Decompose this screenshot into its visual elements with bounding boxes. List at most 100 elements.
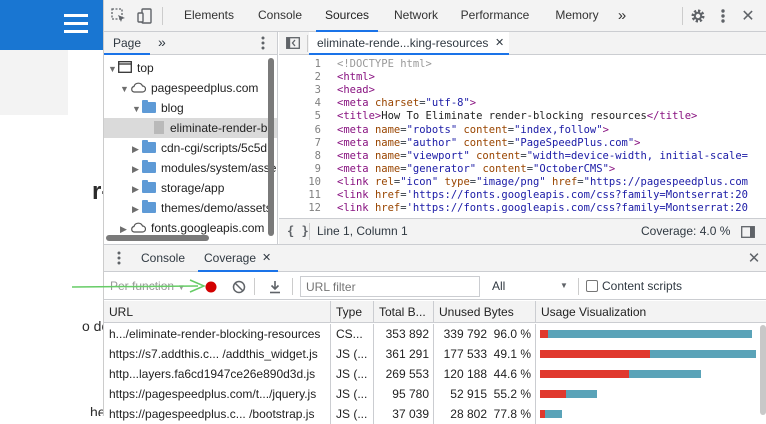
collapsed-triangle-icon[interactable]: ▶ [132,139,142,159]
line-number[interactable]: 12 [279,202,321,214]
tree-item[interactable]: ▶ themes/demo/assets [104,198,277,219]
line-number[interactable]: 7 [279,137,321,149]
close-coverage-tab-icon[interactable]: ✕ [262,245,271,271]
coverage-table-header: URL Type Total B... Unused Bytes Usage V… [104,301,766,323]
tab-performance[interactable]: Performance [455,0,535,32]
column-header-url[interactable]: URL [104,301,331,323]
usage-bar-used [540,330,549,338]
column-header-type[interactable]: Type [331,301,374,323]
cell-unused-bytes: 28 802 77.8 % [434,404,536,424]
navigator-vertical-scrollbar[interactable] [268,58,274,236]
line-number[interactable]: 2 [279,71,321,83]
line-number[interactable]: 9 [279,163,321,175]
tree-item-label: blog [161,101,184,115]
inspect-element-icon[interactable] [110,7,128,25]
expanded-triangle-icon[interactable]: ▼ [108,59,118,79]
line-number[interactable]: 3 [279,84,321,96]
customize-menu-kebab-icon[interactable] [714,7,732,25]
code-area[interactable]: 1 <!DOCTYPE html> 2 <html> 3 <head> 4 <meta cha… [279,58,766,218]
collapsed-triangle-icon[interactable]: ▶ [132,159,142,179]
type-filter-select[interactable]: All ▼ [488,276,574,297]
tree-item-label: pagespeedplus.com [151,81,259,95]
cell-unused-bytes: 120 188 44.6 % [434,364,536,384]
editor-file-tab[interactable]: eliminate-rende...king-resources ✕ [309,32,509,55]
drawer-menu-kebab-icon[interactable] [112,250,126,266]
code-line: <meta name="generator" content="OctoberC… [337,162,616,175]
site-header [0,0,103,50]
table-row[interactable]: h.../eliminate-render-blocking-resources… [104,324,766,344]
tree-item[interactable]: eliminate-render-bl [104,118,277,138]
content-scripts-checkbox[interactable] [586,280,598,292]
navigator-menu-kebab-icon[interactable] [256,35,270,51]
hamburger-menu-icon[interactable] [64,14,88,34]
coverage-vertical-scrollbar[interactable] [760,325,766,415]
cell-type: JS (... [331,404,374,424]
navigator-more-button[interactable]: » [158,32,166,55]
tab-console[interactable]: Console [250,0,310,32]
device-toolbar-icon[interactable] [136,7,154,25]
cell-type: JS (... [331,384,374,404]
line-number[interactable]: 1 [279,58,321,70]
column-header-total-bytes[interactable]: Total B... [374,301,434,323]
line-number[interactable]: 6 [279,124,321,136]
folder-icon [142,100,156,113]
close-file-tab-icon[interactable]: ✕ [495,32,504,54]
drawer-tab-console[interactable]: Console [134,245,192,272]
line-number[interactable]: 8 [279,150,321,162]
devtools-drawer: Console Coverage ✕ ✕ Per function ▼ URL … [104,244,766,424]
cell-unused-bytes: 177 533 49.1 % [434,344,536,364]
folder-icon [142,200,156,213]
site-body-fragment: o do is [82,318,103,334]
collapsed-triangle-icon[interactable]: ▶ [132,179,142,199]
expanded-triangle-icon[interactable]: ▼ [120,79,130,99]
line-number[interactable]: 11 [279,189,321,201]
line-number[interactable]: 4 [279,97,321,109]
unused-percent-value: 49.1 % [493,347,531,361]
close-devtools-icon[interactable]: ✕ [738,7,758,25]
table-row[interactable]: https://s7.addthis.c... /addthis_widget.… [104,344,766,364]
tree-item[interactable]: ▼ pagespeedplus.com [104,78,277,99]
tab-sources[interactable]: Sources [316,0,378,32]
tree-item-label: top [137,61,154,75]
navigator-horizontal-scrollbar[interactable] [106,235,209,241]
expanded-triangle-icon[interactable]: ▼ [132,99,142,119]
split-panel-icon[interactable] [739,223,757,241]
close-drawer-icon[interactable]: ✕ [746,250,762,267]
cell-url: http...layers.fa6cd1947ce26e890d3d.js [104,364,331,384]
toggle-navigator-icon[interactable] [285,35,301,51]
tree-item[interactable]: ▼ top [104,58,277,79]
tree-item[interactable]: ▶ modules/system/asse [104,158,277,179]
cell-type: JS (... [331,364,374,384]
more-tabs-button[interactable]: » [612,0,632,32]
tree-item[interactable]: ▼ blog [104,98,277,119]
code-line: <link href='https://fonts.googleapis.com… [337,189,748,201]
table-row[interactable]: https://pagespeedplus.c... /bootstrap.js… [104,404,766,424]
pretty-print-button[interactable]: { } [287,219,309,244]
url-filter-input[interactable] [300,276,480,297]
status-separator [309,223,310,240]
table-row[interactable]: https://pagespeedplus.com/t.../jquery.js… [104,384,766,404]
cell-url: https://pagespeedplus.com/t.../jquery.js [104,384,331,404]
clear-block-icon[interactable] [230,278,248,296]
usage-bar-unused [544,410,563,418]
collapsed-triangle-icon[interactable]: ▶ [132,199,142,219]
table-row[interactable]: http...layers.fa6cd1947ce26e890d3d.js JS … [104,364,766,384]
export-download-icon[interactable] [266,278,284,296]
settings-gear-icon[interactable] [689,7,707,25]
cell-total-bytes: 353 892 [374,324,434,344]
unused-bytes-value: 52 915 [450,387,487,401]
code-line: <html> [337,71,375,84]
tab-elements[interactable]: Elements [174,0,244,32]
drawer-tab-coverage[interactable]: Coverage ✕ [198,245,278,272]
code-line: <meta charset="utf-8"> [337,97,477,110]
tab-memory[interactable]: Memory [548,0,606,32]
tree-item[interactable]: ▶ cdn-cgi/scripts/5c5d [104,138,277,159]
line-number[interactable]: 10 [279,176,321,188]
tab-network[interactable]: Network [385,0,447,32]
line-number[interactable]: 5 [279,110,321,122]
tree-item[interactable]: ▶ storage/app [104,178,277,199]
drawer-tabs: Console Coverage ✕ ✕ [104,245,766,272]
navigator-tab-page[interactable]: Page [104,32,150,55]
column-header-usage-visualization[interactable]: Usage Visualization [536,301,766,323]
column-header-unused-bytes[interactable]: Unused Bytes [434,301,536,323]
